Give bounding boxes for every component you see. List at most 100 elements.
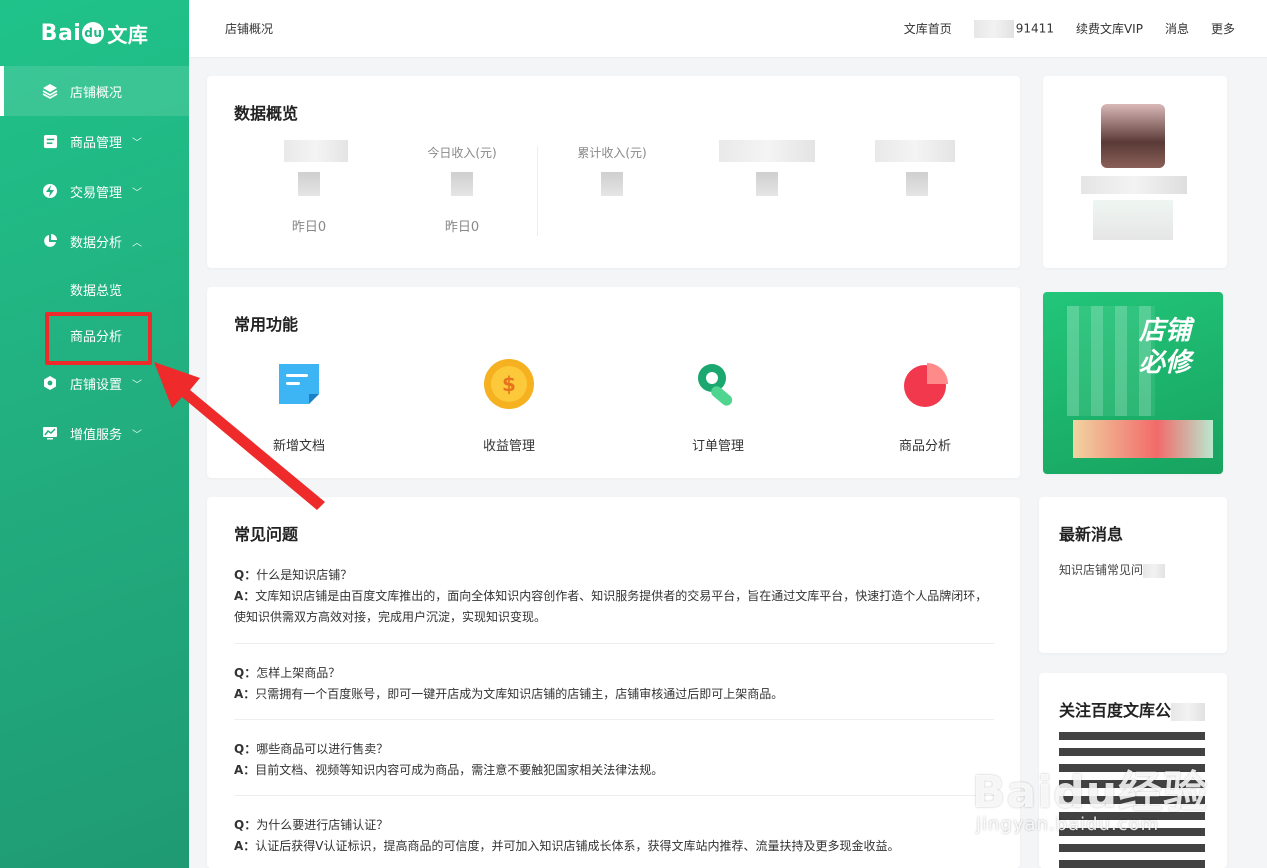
banner-text-required: 必修: [1139, 348, 1192, 378]
follow-title: 关注百度文库公: [1059, 697, 1207, 721]
answer-prefix: A：: [234, 687, 256, 701]
blurred-banner-stand: [1073, 420, 1213, 458]
faq-card: 常见问题 Q：什么是知识店铺？ A：文库知识店铺是由百度文库推出的，面向全体知识…: [207, 497, 1020, 868]
breadcrumb: 店铺概况: [225, 22, 274, 36]
wrench-icon: [691, 357, 745, 411]
stat-value-blurred: [601, 172, 623, 196]
top-nav-links: 文库首页 91411 续费文库VIP 消息 更多: [904, 19, 1235, 38]
faq-answer: 认证后获得V认证标识，提高商品的可信度，并可加入知识店铺成长体系，获得文库站内推…: [255, 839, 900, 853]
blurred-label: [875, 140, 955, 162]
renew-vip-link[interactable]: 续费文库VIP: [1076, 20, 1143, 37]
stat-value-blurred: [298, 172, 320, 196]
messages-link[interactable]: 消息: [1165, 20, 1189, 37]
layers-icon: [42, 83, 58, 99]
hexagon-gear-icon: [42, 375, 58, 391]
sidebar-item-product-management[interactable]: 商品管理 ﹀: [0, 116, 189, 166]
faq-divider: [234, 719, 994, 720]
logo-bai: Bai: [40, 20, 82, 46]
stat-value-blurred: [451, 172, 473, 196]
data-overview-title: 数据概览: [234, 104, 299, 123]
more-link[interactable]: 更多: [1211, 20, 1235, 37]
store-course-banner[interactable]: 店铺 必修: [1043, 292, 1223, 474]
faq-question: 为什么要进行店铺认证？: [256, 818, 389, 832]
stat-item: 今日收入(元) 昨日0: [402, 144, 522, 235]
chart-board-icon: [42, 425, 58, 441]
avatar: [1101, 104, 1165, 168]
watermark-url: jingyan.baidu.com: [976, 814, 1160, 835]
faq-question: 怎样上架商品？: [256, 666, 341, 680]
pie-analysis-icon: [898, 357, 952, 411]
func-revenue-management[interactable]: $ 收益管理: [449, 357, 569, 454]
pie-chart-icon: [42, 233, 58, 249]
sidebar-item-label: 店铺设置: [70, 377, 123, 393]
sidebar-item-store-overview[interactable]: 店铺概况: [0, 66, 189, 116]
answer-prefix: A：: [234, 839, 256, 853]
faq-item: Q：为什么要进行店铺认证？ A：认证后获得V认证标识，提高商品的可信度，并可加入…: [234, 815, 996, 857]
top-bar: 店铺概况 文库首页 91411 续费文库VIP 消息 更多: [189, 0, 1267, 58]
faq-item: Q：怎样上架商品？ A：只需拥有一个百度账号，即可一键开店成为文库知识店铺的店铺…: [234, 663, 996, 705]
common-functions-title: 常用功能: [234, 315, 299, 334]
faq-divider: [234, 795, 994, 796]
question-prefix: Q：: [234, 818, 257, 832]
coin-icon: $: [482, 357, 536, 411]
stat-divider: [537, 146, 538, 236]
answer-prefix: A：: [234, 589, 256, 603]
sidebar-subitem-data-overview[interactable]: 数据总览: [0, 266, 189, 312]
blurred-info: [1093, 200, 1173, 240]
chevron-down-icon: ﹀: [132, 187, 143, 199]
stat-yesterday: 昨日0: [291, 220, 327, 235]
answer-prefix: A：: [234, 763, 256, 777]
wenku-home-link[interactable]: 文库首页: [904, 20, 952, 37]
sidebar-item-label: 商品管理: [70, 135, 123, 151]
follow-title-text: 关注百度文库公: [1059, 701, 1172, 720]
document-icon: [42, 133, 58, 149]
faq-question: 哪些商品可以进行售卖？: [256, 742, 389, 756]
user-account-link[interactable]: 91411: [973, 19, 1054, 38]
stat-value-blurred: [756, 172, 778, 196]
faq-title: 常见问题: [234, 525, 299, 544]
faq-answer: 文库知识店铺是由百度文库推出的，面向全体知识内容创作者、知识服务提供者的交易平台…: [234, 589, 988, 624]
blurred-username: [973, 19, 1014, 38]
stat-label: 今日收入(元): [427, 146, 497, 160]
baidu-wenku-logo[interactable]: Bai du 文库: [0, 0, 189, 66]
latest-news-item[interactable]: 知识店铺常见问: [1059, 561, 1167, 578]
question-prefix: Q：: [234, 568, 257, 582]
sidebar-item-data-analysis[interactable]: 数据分析 ︿: [0, 216, 189, 266]
data-overview-card: 数据概览 昨日0 今日收入(元) 昨日0 累计收入(元): [207, 76, 1020, 268]
sidebar-item-transaction-management[interactable]: 交易管理 ﹀: [0, 166, 189, 216]
faq-divider: [234, 643, 994, 644]
baidu-jingyan-watermark: Baidu经验: [972, 767, 1209, 818]
func-label: 收益管理: [482, 439, 535, 454]
lightning-icon: [42, 183, 58, 199]
svg-text:$: $: [502, 372, 516, 396]
stat-value-blurred: [906, 172, 928, 196]
stat-yesterday: 昨日0: [444, 220, 480, 235]
sidebar-item-label: 交易管理: [70, 185, 123, 201]
news-item-text: 知识店铺常见问: [1059, 563, 1144, 577]
sidebar-item-label: 数据分析: [70, 235, 123, 251]
stat-label: 累计收入(元): [577, 146, 647, 160]
stat-item: 累计收入(元): [552, 144, 672, 216]
sidebar-item-label: 增值服务: [70, 427, 123, 443]
blurred-news-tail: [1143, 563, 1166, 578]
func-order-management[interactable]: 订单管理: [658, 357, 778, 454]
annotation-highlight-box: [45, 312, 152, 365]
func-label: 商品分析: [898, 439, 951, 454]
faq-item: Q：哪些商品可以进行售卖？ A：目前文档、视频等知识内容可成为商品，需注意不要触…: [234, 739, 996, 781]
profile-card: [1043, 76, 1227, 268]
chevron-down-icon: ﹀: [132, 137, 143, 149]
blurred-label: [719, 140, 815, 162]
logo-wenku: 文库: [107, 22, 149, 47]
chevron-down-icon: ﹀: [132, 429, 143, 441]
blurred-name: [1081, 176, 1187, 194]
blurred-title-tail: [1171, 702, 1206, 721]
func-product-analysis[interactable]: 商品分析: [865, 357, 985, 454]
faq-item: Q：什么是知识店铺？ A：文库知识店铺是由百度文库推出的，面向全体知识内容创作者…: [234, 565, 996, 628]
func-label: 订单管理: [691, 439, 744, 454]
sidebar-item-label: 店铺概况: [70, 85, 123, 101]
latest-news-card: 最新消息 知识店铺常见问: [1039, 497, 1227, 653]
faq-question: 什么是知识店铺？: [256, 568, 353, 582]
latest-news-title: 最新消息: [1059, 525, 1124, 544]
chevron-down-icon: ﹀: [132, 379, 143, 391]
faq-answer: 只需拥有一个百度账号，即可一键开店成为文库知识店铺的店铺主，店铺审核通过后即可上…: [255, 687, 784, 701]
